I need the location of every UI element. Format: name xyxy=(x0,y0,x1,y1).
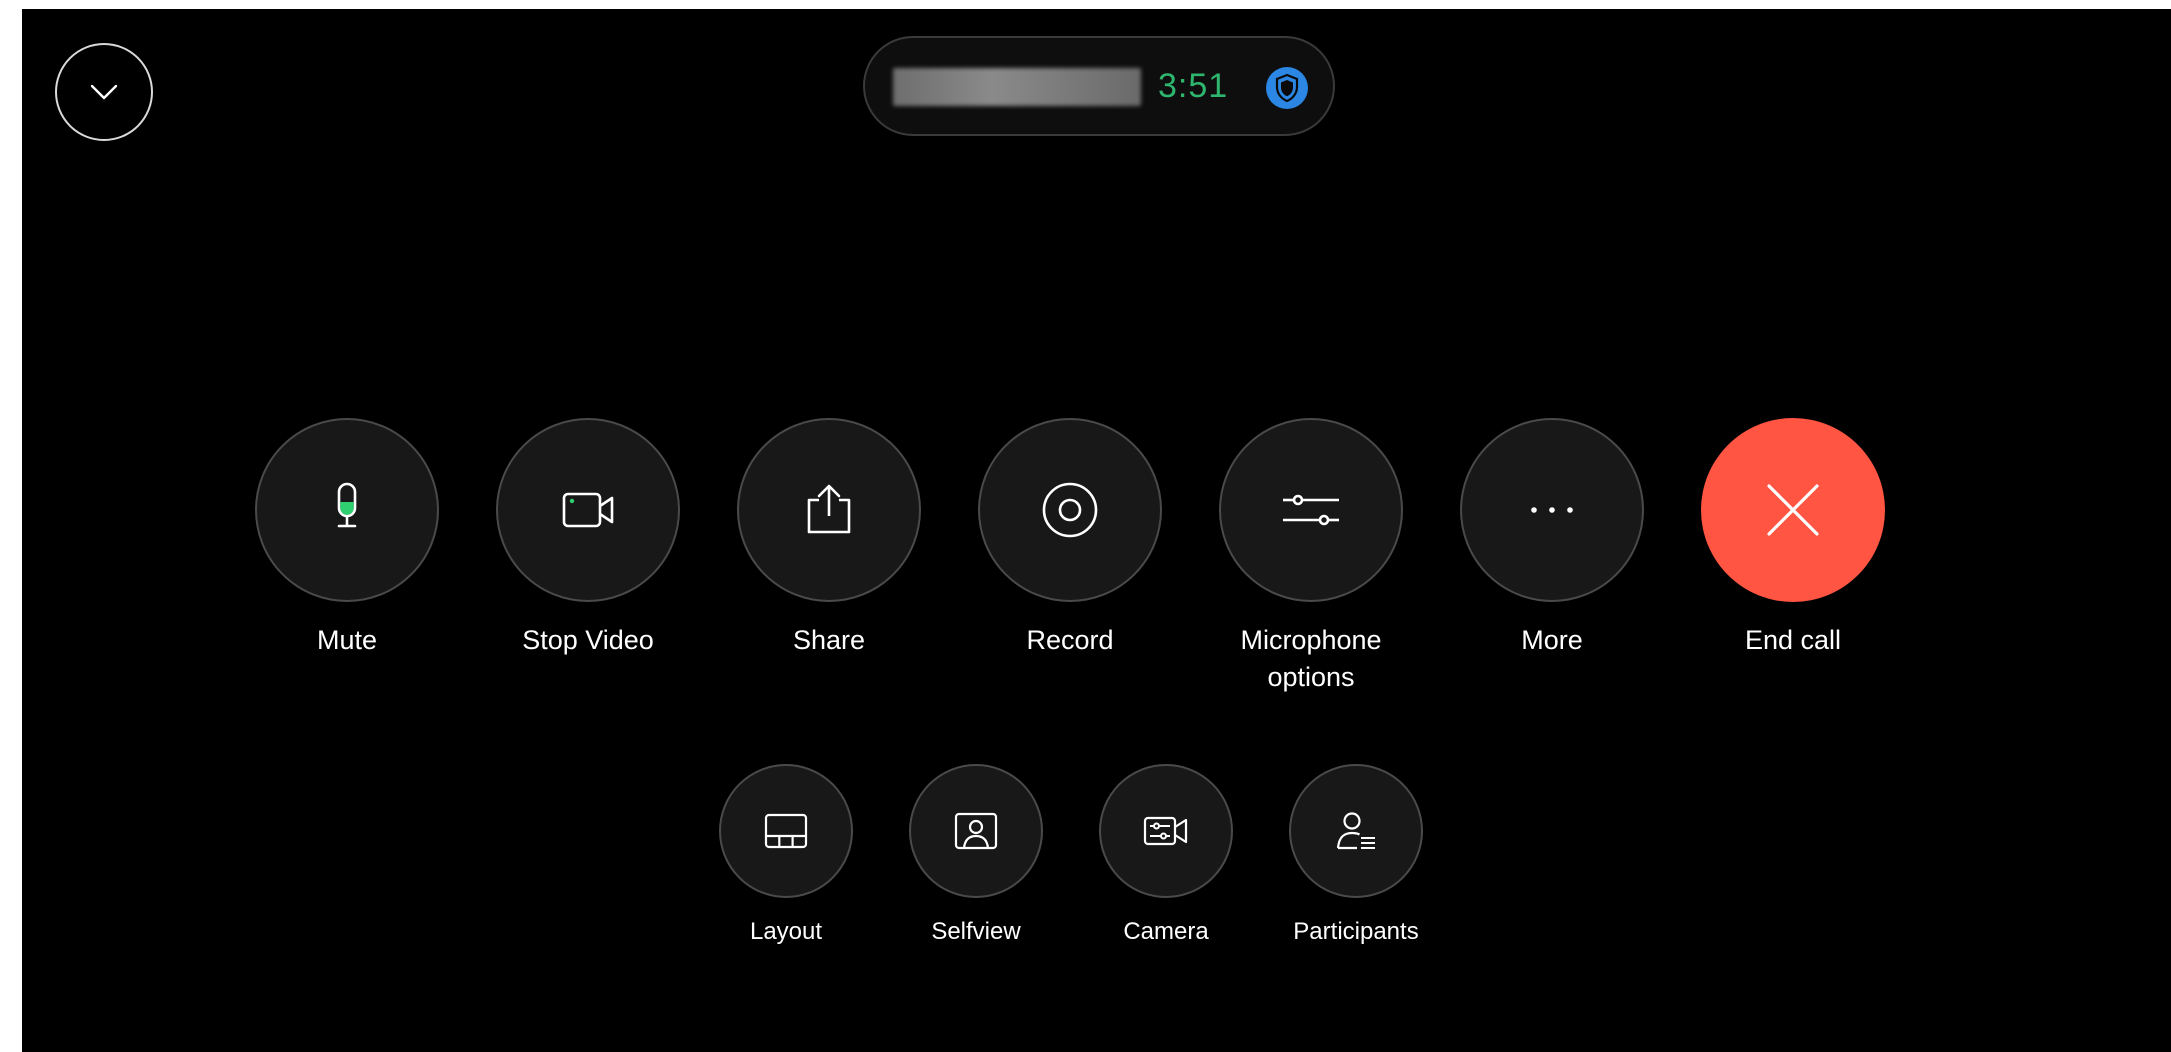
share-icon xyxy=(807,484,851,534)
record-label: Record xyxy=(1026,625,1114,655)
call-status-pill[interactable]: 3:51 xyxy=(863,36,1335,136)
stop-video-button[interactable]: Stop Video xyxy=(493,418,683,659)
participants-icon xyxy=(1336,812,1375,850)
stop-video-label: Stop Video xyxy=(522,625,654,655)
camera-label: Camera xyxy=(1123,918,1209,945)
selfview-icon xyxy=(954,812,998,850)
participants-button[interactable]: Participants xyxy=(1276,764,1436,948)
selfview-button[interactable]: Selfview xyxy=(896,764,1056,948)
shield-icon xyxy=(1266,67,1308,109)
video-camera-icon xyxy=(562,492,614,528)
layout-label: Layout xyxy=(749,918,823,945)
chevron-down-icon xyxy=(90,84,118,100)
mute-button[interactable]: Mute xyxy=(252,418,442,659)
record-icon xyxy=(1042,482,1098,538)
camera-settings-icon xyxy=(1143,816,1188,846)
mute-label: Mute xyxy=(316,625,378,655)
more-button[interactable]: More xyxy=(1457,418,1647,659)
layout-icon xyxy=(764,813,808,849)
end-call-button[interactable]: End call xyxy=(1698,418,1888,659)
camera-button[interactable]: Camera xyxy=(1086,764,1246,948)
more-dots-icon xyxy=(1531,507,1573,513)
call-timer: 3:51 xyxy=(1158,67,1229,105)
call-controls-screen: 3:51 Mute Stop Video Share Record Microp… xyxy=(22,9,2171,1052)
share-button[interactable]: Share xyxy=(734,418,924,659)
call-name-redacted xyxy=(893,68,1141,106)
microphone-options-label: Microphone options xyxy=(1240,625,1382,692)
microphone-options-button[interactable]: Microphone options xyxy=(1216,418,1406,696)
microphone-icon xyxy=(337,482,357,528)
more-label: More xyxy=(1521,625,1583,655)
record-button[interactable]: Record xyxy=(975,418,1165,659)
end-call-label: End call xyxy=(1744,625,1842,655)
collapse-button[interactable] xyxy=(55,43,153,141)
sliders-icon xyxy=(1283,494,1339,526)
participants-label: Participants xyxy=(1293,918,1419,945)
close-icon xyxy=(1767,484,1819,536)
layout-button[interactable]: Layout xyxy=(706,764,866,948)
share-label: Share xyxy=(792,625,866,655)
selfview-label: Selfview xyxy=(931,918,1021,945)
